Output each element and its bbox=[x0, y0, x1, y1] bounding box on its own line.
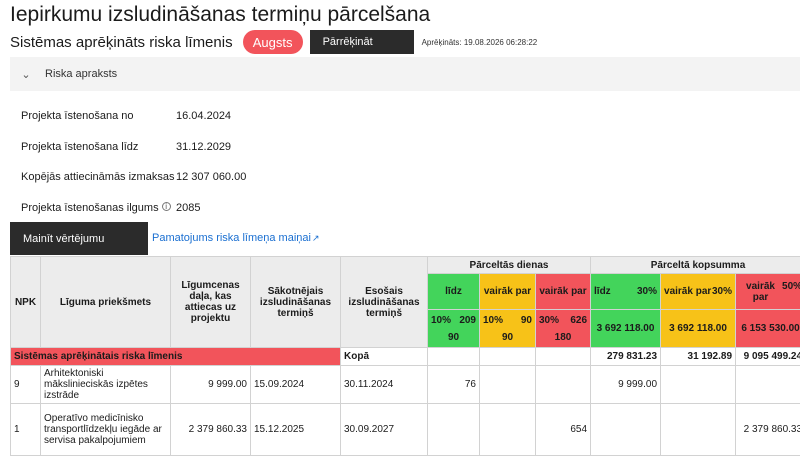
field-value-costs: 12 307 060.00 bbox=[176, 171, 247, 183]
transfers-table: NPK Līguma priekšmets Līgumcenas daļa, k… bbox=[10, 256, 800, 456]
total-days-green bbox=[427, 347, 480, 366]
days-yellow-pct: 10% bbox=[483, 314, 504, 326]
th-days-green-label: līdz bbox=[445, 286, 462, 297]
row-initial-term: 15.12.2025 bbox=[250, 403, 341, 456]
th-days-yellow-values: 10% 90 90 bbox=[479, 309, 536, 348]
th-sum-green: līdz 30% bbox=[590, 273, 662, 310]
page-title: Iepirkumu izsludināšanas termiņu pārcelš… bbox=[10, 3, 431, 26]
th-sum-red-pct: 50% bbox=[782, 280, 800, 292]
field-label-duration-text: Projekta īstenošanas ilgums bbox=[21, 202, 159, 214]
row-sum-green bbox=[590, 403, 662, 456]
th-subject: Līguma priekšmets bbox=[40, 256, 171, 348]
total-row: Sistēmas aprēķinātais riska līmenis Kopā… bbox=[10, 347, 800, 366]
days-green-days: 209 bbox=[459, 314, 476, 326]
risk-justification-link-text: Pamatojums riska līmeņa maiņai bbox=[152, 232, 311, 244]
th-sum-green-pct: 30% bbox=[637, 286, 658, 297]
calculation-timestamp: Aprēķināts: 19.08.2026 06:28:22 bbox=[421, 37, 538, 47]
row-sum-red: 2 379 860.33 bbox=[735, 403, 800, 456]
risk-level-row: Sistēmas aprēķināts riska līmenis Augsts… bbox=[10, 30, 537, 54]
days-red-limit: 180 bbox=[554, 331, 572, 343]
risk-justification-link[interactable]: Pamatojums riska līmeņa maiņai↗ bbox=[152, 232, 320, 244]
days-green-pct: 10% bbox=[431, 314, 452, 326]
row-days-green bbox=[427, 403, 480, 456]
field-value-start: 16.04.2024 bbox=[176, 110, 232, 122]
table-row: 9 Arhitektoniski mākslinieciskās izpētes… bbox=[10, 365, 800, 404]
th-days-red-label: vairāk par bbox=[539, 286, 587, 297]
row-days-red: 654 bbox=[534, 403, 592, 456]
th-days-group: Pārceltās dienas bbox=[426, 256, 592, 274]
th-sum-yellow-pct: 30% bbox=[712, 286, 733, 297]
th-days-red: vairāk par bbox=[534, 273, 592, 310]
total-risk-label: Sistēmas aprēķinātais riska līmenis bbox=[10, 347, 341, 366]
total-sum-green: 279 831.23 bbox=[590, 347, 662, 366]
days-yellow-days: 90 bbox=[520, 314, 532, 326]
total-sum-red: 9 095 499.24 bbox=[735, 347, 800, 366]
th-sum-yellow-label: vairāk par bbox=[664, 286, 712, 297]
th-days-red-values: 30% 626 180 bbox=[534, 309, 592, 348]
risk-description-accordion[interactable]: ⌄ Riska apraksts bbox=[10, 57, 800, 91]
th-sum-red: vairāk par 50% bbox=[735, 273, 800, 310]
external-link-icon: ↗ bbox=[311, 233, 320, 243]
row-days-yellow bbox=[479, 365, 536, 404]
row-price: 9 999.00 bbox=[170, 365, 251, 404]
row-sum-yellow bbox=[660, 365, 737, 404]
risk-level-label: Sistēmas aprēķināts riska līmenis bbox=[10, 33, 233, 51]
th-sum-yellow: vairāk par 30% bbox=[660, 273, 737, 310]
row-npk: 9 bbox=[10, 365, 41, 404]
total-sum-yellow: 31 192.89 bbox=[660, 347, 737, 366]
row-subject: Arhitektoniski mākslinieciskās izpētes i… bbox=[40, 365, 171, 404]
th-contract-price: Līgumcenas daļa, kas attiecas uz projekt… bbox=[170, 256, 251, 348]
th-days-yellow-label: vairāk par bbox=[483, 286, 532, 297]
field-value-end: 31.12.2029 bbox=[176, 141, 232, 153]
recalculate-button[interactable]: Pārrēķināt bbox=[309, 30, 414, 54]
th-npk: NPK bbox=[10, 256, 41, 348]
days-green-limit: 90 bbox=[447, 331, 460, 343]
sum-red-amount: 6 153 530.00 bbox=[735, 309, 800, 348]
row-price: 2 379 860.33 bbox=[170, 403, 251, 456]
row-sum-green: 9 999.00 bbox=[590, 365, 662, 404]
th-sum-group: Pārceltā kopsumma bbox=[590, 256, 800, 274]
days-red-days: 626 bbox=[570, 314, 588, 326]
sum-green-amount: 3 692 118.00 bbox=[590, 309, 662, 348]
row-subject: Operatīvo medicīnisko transportlīdzekļu … bbox=[40, 403, 171, 456]
total-label: Kopā bbox=[340, 347, 428, 366]
field-label-duration: Projekta īstenošanas ilgums i bbox=[21, 202, 171, 214]
th-current-term: Esošais izsludināšanas termiņš bbox=[340, 256, 428, 348]
field-label-start: Projekta īstenošana no bbox=[21, 110, 134, 122]
chevron-down-icon: ⌄ bbox=[21, 68, 31, 81]
total-days-red bbox=[534, 347, 592, 366]
info-icon[interactable]: i bbox=[161, 202, 171, 211]
risk-level-badge: Augsts bbox=[242, 30, 303, 54]
field-label-end: Projekta īstenošana līdz bbox=[21, 141, 139, 153]
th-initial-term: Sākotnējais izsludināšanas termiņš bbox=[250, 256, 341, 348]
days-yellow-limit: 90 bbox=[501, 331, 514, 343]
row-days-red bbox=[534, 365, 592, 404]
days-red-pct: 30% bbox=[539, 314, 560, 326]
total-days-yellow bbox=[479, 347, 536, 366]
row-days-yellow bbox=[479, 403, 536, 456]
row-current-term: 30.11.2024 bbox=[340, 365, 428, 404]
sum-yellow-amount: 3 692 118.00 bbox=[660, 309, 737, 348]
row-sum-red bbox=[735, 365, 800, 404]
field-label-costs: Kopējās attiecināmās izmaksas bbox=[21, 171, 175, 183]
change-assessment-button[interactable]: Mainīt vērtējumu bbox=[10, 222, 148, 255]
th-days-green-values: 10% 209 90 bbox=[427, 309, 480, 348]
accordion-label: Riska apraksts bbox=[45, 68, 118, 80]
row-npk: 1 bbox=[10, 403, 41, 456]
row-days-green: 76 bbox=[427, 365, 480, 404]
th-sum-green-label: līdz bbox=[594, 286, 611, 297]
row-current-term: 30.09.2027 bbox=[340, 403, 428, 456]
row-initial-term: 15.09.2024 bbox=[250, 365, 341, 404]
th-days-yellow: vairāk par bbox=[479, 273, 536, 310]
th-days-green: līdz bbox=[427, 273, 480, 310]
table-row: 1 Operatīvo medicīnisko transportlīdzekļ… bbox=[10, 403, 800, 456]
th-sum-red-label: vairāk par bbox=[746, 280, 775, 303]
row-sum-yellow bbox=[660, 403, 737, 456]
field-value-duration: 2085 bbox=[176, 202, 201, 214]
